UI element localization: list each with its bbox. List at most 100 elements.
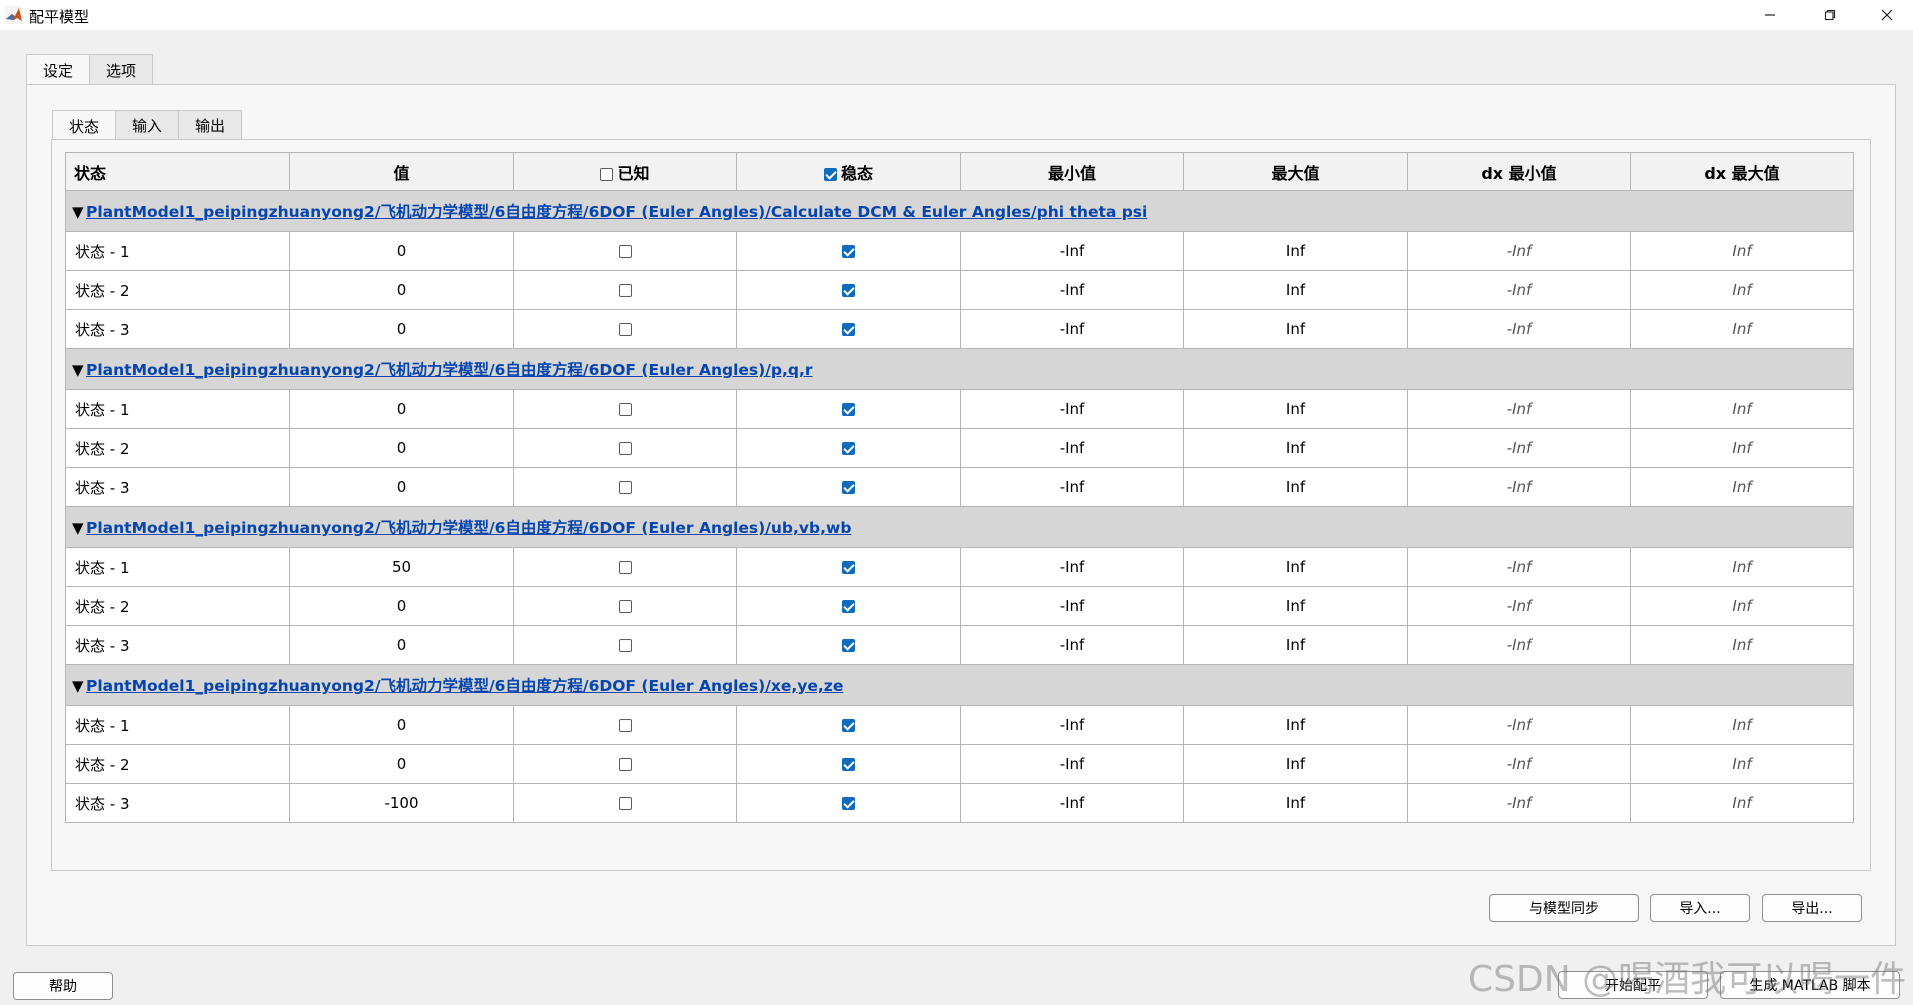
dx-min-cell[interactable]: -Inf xyxy=(1407,586,1631,626)
min-cell[interactable]: -Inf xyxy=(960,625,1184,665)
value-cell[interactable]: 0 xyxy=(289,270,514,310)
max-cell[interactable]: Inf xyxy=(1183,705,1408,745)
column-header-steady[interactable]: 稳态 xyxy=(736,152,961,191)
value-cell[interactable]: 0 xyxy=(289,467,514,507)
steady-checkbox[interactable] xyxy=(842,719,855,732)
value-cell[interactable]: 0 xyxy=(289,309,514,349)
min-cell[interactable]: -Inf xyxy=(960,783,1184,823)
steady-checkbox[interactable] xyxy=(842,284,855,297)
tab-inputs[interactable]: 输入 xyxy=(115,110,180,140)
dx-min-cell[interactable]: -Inf xyxy=(1407,547,1631,587)
dx-min-cell[interactable]: -Inf xyxy=(1407,231,1631,271)
column-header-dx-min[interactable]: dx 最小值 xyxy=(1407,152,1631,191)
column-header-min[interactable]: 最小值 xyxy=(960,152,1184,191)
known-all-checkbox[interactable] xyxy=(600,167,614,181)
column-header-dx-max[interactable]: dx 最大值 xyxy=(1630,152,1854,191)
max-cell[interactable]: Inf xyxy=(1183,467,1408,507)
help-button[interactable]: 帮助 xyxy=(13,972,113,1000)
known-checkbox[interactable] xyxy=(618,797,632,810)
restore-button[interactable] xyxy=(1800,0,1860,30)
value-cell[interactable]: 0 xyxy=(289,744,514,784)
tab-options[interactable]: 选项 xyxy=(89,54,154,85)
dx-max-cell[interactable]: Inf xyxy=(1630,705,1854,745)
collapse-triangle-icon[interactable]: ▼ xyxy=(72,203,86,221)
steady-checkbox[interactable] xyxy=(842,481,855,494)
min-cell[interactable]: -Inf xyxy=(960,744,1184,784)
dx-max-cell[interactable]: Inf xyxy=(1630,270,1854,310)
max-cell[interactable]: Inf xyxy=(1183,783,1408,823)
steady-checkbox[interactable] xyxy=(842,797,855,810)
min-cell[interactable]: -Inf xyxy=(960,467,1184,507)
dx-min-cell[interactable]: -Inf xyxy=(1407,705,1631,745)
column-header-value[interactable]: 值 xyxy=(289,152,514,191)
value-cell[interactable]: 0 xyxy=(289,428,514,468)
tab-states[interactable]: 状态 xyxy=(52,110,117,141)
min-cell[interactable]: -Inf xyxy=(960,547,1184,587)
min-cell[interactable]: -Inf xyxy=(960,309,1184,349)
block-path-link[interactable]: PlantModel1_peipingzhuanyong2/飞机动力学模型/6自… xyxy=(86,361,813,379)
steady-checkbox[interactable] xyxy=(842,403,855,416)
tab-settings[interactable]: 设定 xyxy=(26,54,91,86)
steady-checkbox[interactable] xyxy=(842,639,855,652)
known-checkbox[interactable] xyxy=(618,561,632,574)
steady-checkbox[interactable] xyxy=(842,323,855,336)
max-cell[interactable]: Inf xyxy=(1183,309,1408,349)
steady-checkbox[interactable] xyxy=(842,245,855,258)
export-button[interactable]: 导出... xyxy=(1762,894,1862,922)
tab-outputs[interactable]: 输出 xyxy=(178,110,243,140)
max-cell[interactable]: Inf xyxy=(1183,586,1408,626)
collapse-triangle-icon[interactable]: ▼ xyxy=(72,361,86,379)
column-header-max[interactable]: 最大值 xyxy=(1183,152,1408,191)
min-cell[interactable]: -Inf xyxy=(960,231,1184,271)
known-checkbox[interactable] xyxy=(618,481,632,494)
value-cell[interactable]: 0 xyxy=(289,586,514,626)
max-cell[interactable]: Inf xyxy=(1183,625,1408,665)
value-cell[interactable]: -100 xyxy=(289,783,514,823)
steady-all-checkbox[interactable] xyxy=(823,167,837,181)
known-checkbox[interactable] xyxy=(618,403,632,416)
dx-min-cell[interactable]: -Inf xyxy=(1407,389,1631,429)
dx-max-cell[interactable]: Inf xyxy=(1630,467,1854,507)
known-checkbox[interactable] xyxy=(618,442,632,455)
min-cell[interactable]: -Inf xyxy=(960,270,1184,310)
max-cell[interactable]: Inf xyxy=(1183,389,1408,429)
steady-checkbox[interactable] xyxy=(842,442,855,455)
min-cell[interactable]: -Inf xyxy=(960,428,1184,468)
import-button[interactable]: 导入... xyxy=(1650,894,1750,922)
dx-min-cell[interactable]: -Inf xyxy=(1407,309,1631,349)
value-cell[interactable]: 0 xyxy=(289,705,514,745)
block-path-link[interactable]: PlantModel1_peipingzhuanyong2/飞机动力学模型/6自… xyxy=(86,519,851,537)
known-checkbox[interactable] xyxy=(618,284,632,297)
steady-checkbox[interactable] xyxy=(842,600,855,613)
dx-min-cell[interactable]: -Inf xyxy=(1407,270,1631,310)
min-cell[interactable]: -Inf xyxy=(960,586,1184,626)
value-cell[interactable]: 50 xyxy=(289,547,514,587)
min-cell[interactable]: -Inf xyxy=(960,705,1184,745)
steady-checkbox[interactable] xyxy=(842,758,855,771)
dx-max-cell[interactable]: Inf xyxy=(1630,625,1854,665)
steady-checkbox[interactable] xyxy=(842,561,855,574)
known-checkbox[interactable] xyxy=(618,758,632,771)
value-cell[interactable]: 0 xyxy=(289,625,514,665)
close-button[interactable] xyxy=(1857,0,1913,30)
block-path-link[interactable]: PlantModel1_peipingzhuanyong2/飞机动力学模型/6自… xyxy=(86,203,1147,221)
dx-max-cell[interactable]: Inf xyxy=(1630,309,1854,349)
dx-min-cell[interactable]: -Inf xyxy=(1407,428,1631,468)
dx-min-cell[interactable]: -Inf xyxy=(1407,744,1631,784)
dx-max-cell[interactable]: Inf xyxy=(1630,389,1854,429)
known-checkbox[interactable] xyxy=(618,323,632,336)
block-path-link[interactable]: PlantModel1_peipingzhuanyong2/飞机动力学模型/6自… xyxy=(86,677,843,695)
column-header-known[interactable]: 已知 xyxy=(513,152,737,191)
max-cell[interactable]: Inf xyxy=(1183,270,1408,310)
value-cell[interactable]: 0 xyxy=(289,231,514,271)
max-cell[interactable]: Inf xyxy=(1183,428,1408,468)
known-checkbox[interactable] xyxy=(618,639,632,652)
sync-with-model-button[interactable]: 与模型同步 xyxy=(1489,894,1639,922)
known-checkbox[interactable] xyxy=(618,245,632,258)
dx-max-cell[interactable]: Inf xyxy=(1630,586,1854,626)
dx-max-cell[interactable]: Inf xyxy=(1630,231,1854,271)
dx-max-cell[interactable]: Inf xyxy=(1630,744,1854,784)
value-cell[interactable]: 0 xyxy=(289,389,514,429)
collapse-triangle-icon[interactable]: ▼ xyxy=(72,519,86,537)
max-cell[interactable]: Inf xyxy=(1183,744,1408,784)
